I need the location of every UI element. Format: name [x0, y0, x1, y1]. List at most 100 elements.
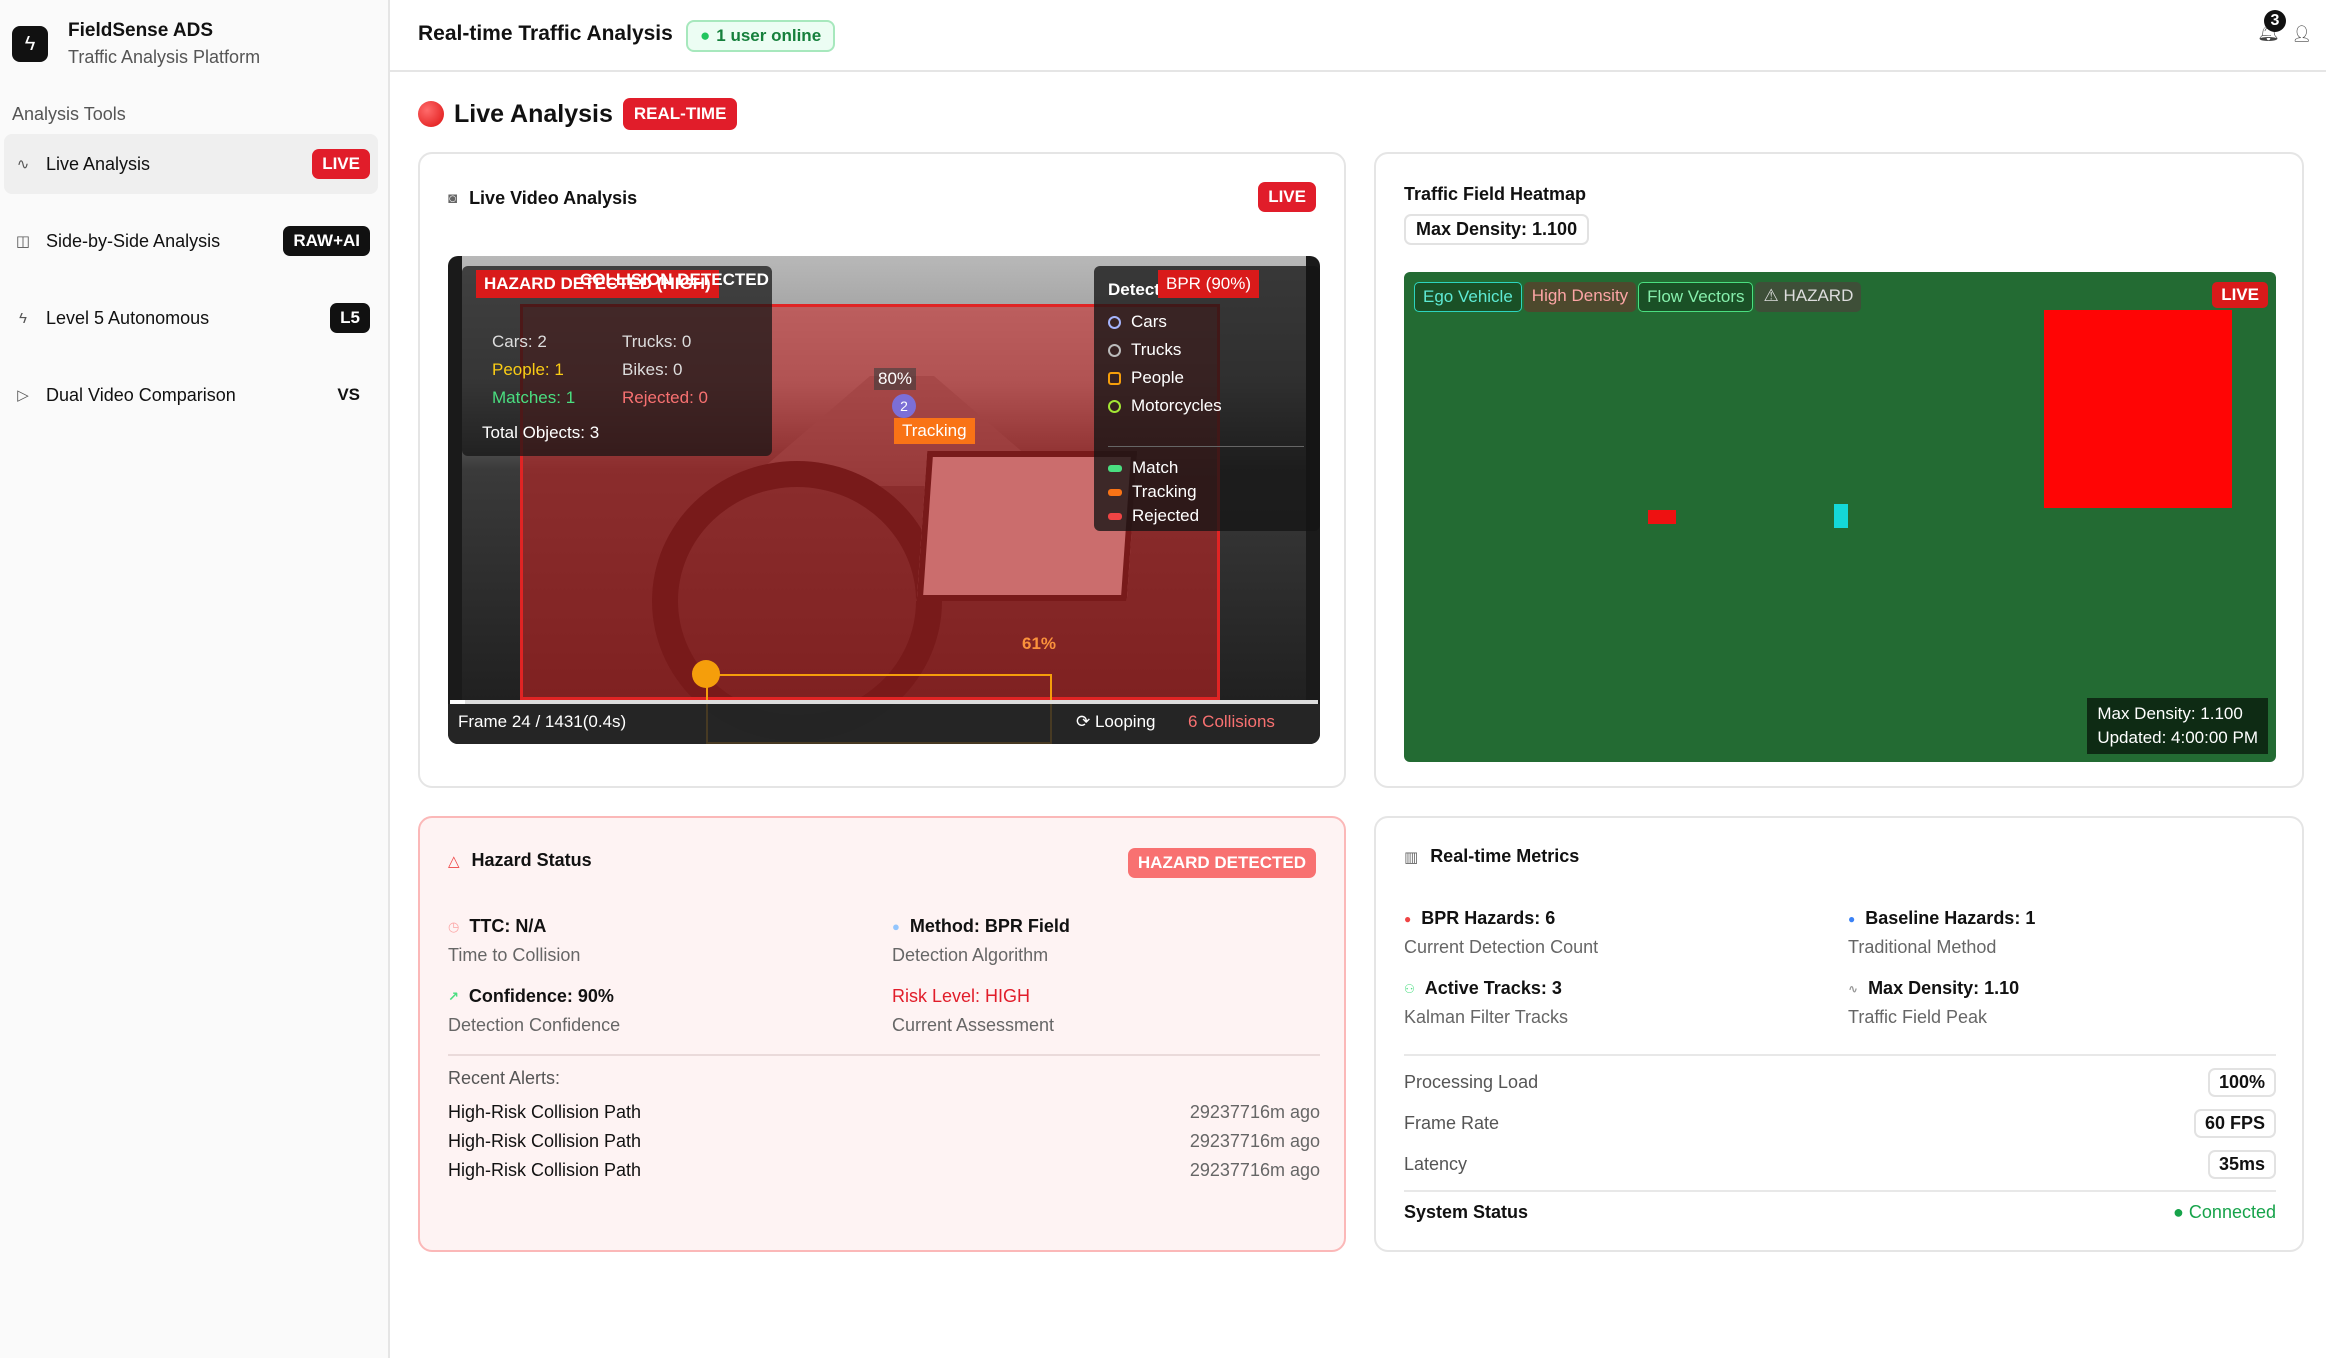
legend-label: People: [1131, 368, 1184, 387]
ego-vehicle-marker: [1834, 504, 1848, 528]
heatmap-card: Traffic Field Heatmap Max Density: 1.100…: [1374, 152, 2304, 788]
heatmap-card-title: Traffic Field Heatmap: [1404, 184, 1587, 204]
person-marker: [692, 660, 720, 688]
bpr-badge: BPR (90%): [1158, 270, 1260, 298]
sidebar-item-label: Live Analysis: [46, 153, 151, 174]
high-density-tag[interactable]: High Density: [1523, 282, 1637, 312]
video-card-title-text: Live Video Analysis: [469, 188, 638, 208]
circle-icon: [1108, 399, 1121, 413]
row-value: 35ms: [2207, 1150, 2276, 1179]
metrics-card-title-text: Real-time Metrics: [1430, 846, 1580, 866]
hazard-tag[interactable]: ⚠ HAZARD: [1755, 282, 1862, 312]
tracks-value: Active Tracks: 3: [1424, 978, 1562, 998]
alert-row[interactable]: High-Risk Collision Path 29237716m ago: [448, 1102, 1320, 1123]
raw-ai-badge: RAW+AI: [283, 226, 370, 256]
bolt-icon: ϟ: [19, 309, 27, 327]
confidence-field: ↗ Confidence: 90% Detection Confidence: [448, 986, 620, 1036]
bolt-logo-icon: ϟ: [12, 26, 48, 62]
sidebar: ϟ FieldSense ADS Traffic Analysis Platfo…: [0, 0, 390, 1358]
trucks-count: Trucks: 0: [622, 332, 692, 351]
online-status-badge: ● 1 user online: [686, 20, 836, 52]
looping-status[interactable]: ⟳ Looping: [1076, 712, 1155, 732]
traffic-heatmap[interactable]: Ego Vehicle High Density Flow Vectors ⚠ …: [1404, 272, 2276, 762]
vs-badge: VS: [337, 385, 360, 404]
legend-people: People: [1108, 368, 1184, 388]
legend-label: Match: [1132, 458, 1179, 477]
baseline-hazards-field: ● Baseline Hazards: 1 Traditional Method: [1848, 908, 2035, 958]
record-dot-icon: [418, 101, 444, 127]
play-icon: ▷: [17, 387, 29, 404]
sidebar-item-side-by-side[interactable]: ◫ Side-by-Side Analysis RAW+AI: [4, 211, 378, 271]
method-field: ● Method: BPR Field Detection Algorithm: [892, 916, 1070, 966]
heatmap-legend: Ego Vehicle High Density Flow Vectors ⚠ …: [1414, 282, 1863, 312]
baseline-desc: Traditional Method: [1848, 937, 1997, 957]
sidebar-item-dual-video[interactable]: ▷ Dual Video Comparison VS: [4, 365, 378, 425]
system-status-text: Connected: [2188, 1202, 2276, 1222]
confidence-desc: Detection Confidence: [448, 1015, 621, 1035]
ttc-desc: Time to Collision: [448, 945, 581, 965]
dot-icon: ●: [892, 919, 900, 934]
legend-label: Trucks: [1131, 340, 1182, 359]
ego-vehicle-tag[interactable]: Ego Vehicle: [1414, 282, 1522, 312]
detection-legend: Detecti Cars Trucks People Motorcycles M…: [1094, 266, 1320, 531]
matches-count: Matches: 1: [492, 388, 576, 407]
metrics-card: ▥ Real-time Metrics ● BPR Hazards: 6 Curr…: [1374, 816, 2304, 1252]
row-label: Latency: [1404, 1154, 1468, 1174]
people-count: People: 1: [492, 360, 564, 379]
red-dot-icon: ●: [1404, 911, 1412, 926]
page-title: Live Analysis REAL-TIME: [418, 98, 738, 130]
sidebar-item-label: Dual Video Comparison: [46, 384, 236, 405]
legend-title: Detecti: [1108, 280, 1165, 299]
tracking-tag: Tracking: [894, 418, 975, 444]
alert-time: 29237716m ago: [1189, 1131, 1320, 1151]
sidebar-item-level5[interactable]: ϟ Level 5 Autonomous L5: [4, 288, 378, 348]
system-status-row: System Status ● Connected: [1404, 1202, 2276, 1223]
live-badge: LIVE: [312, 149, 370, 179]
row-label: Processing Load: [1404, 1072, 1539, 1092]
alert-row[interactable]: High-Risk Collision Path 29237716m ago: [448, 1131, 1320, 1152]
baseline-value: Baseline Hazards: 1: [1865, 908, 2036, 928]
system-status-value: ● Connected: [2173, 1202, 2276, 1223]
row-label: Frame Rate: [1404, 1113, 1500, 1133]
bar-icon: [1108, 464, 1122, 472]
sidebar-item-label: Level 5 Autonomous: [46, 307, 210, 328]
video-card-title: ◙ Live Video Analysis: [448, 188, 637, 209]
brand-title: FieldSense ADS: [68, 20, 214, 41]
legend-rejected: Rejected: [1108, 506, 1199, 526]
hazard-detected-badge: HAZARD DETECTED: [1127, 848, 1316, 878]
alert-row[interactable]: High-Risk Collision Path 29237716m ago: [448, 1160, 1320, 1181]
brand[interactable]: ϟ FieldSense ADS Traffic Analysis Platfo…: [12, 18, 260, 70]
video-player[interactable]: Cars: 2 Trucks: 0 People: 1 Bikes: 0 Mat…: [448, 256, 1320, 744]
row-value: 60 FPS: [2193, 1109, 2276, 1138]
circle-icon: [1108, 315, 1121, 329]
row-value: 100%: [2207, 1068, 2276, 1097]
frame-counter: Frame 24 / 1431(0.4s): [458, 712, 627, 731]
hazard-status-card: △ Hazard Status HAZARD DETECTED ◷ TTC: N/…: [418, 816, 1346, 1252]
brand-subtitle: Traffic Analysis Platform: [68, 47, 261, 67]
risk-desc: Current Assessment: [892, 1015, 1055, 1035]
heatmap-info-density: Max Density: 1.100: [2097, 704, 2243, 723]
latency-row: Latency 35ms: [1404, 1150, 2276, 1179]
frame-rate-row: Frame Rate 60 FPS: [1404, 1109, 2276, 1138]
high-density-zone: [2044, 310, 2232, 508]
bar-chart-icon: ▥: [1404, 848, 1419, 866]
alert-text: High-Risk Collision Path: [448, 1102, 642, 1122]
flow-vectors-tag[interactable]: Flow Vectors: [1638, 282, 1754, 312]
section-label: Analysis Tools: [12, 104, 126, 124]
legend-motorcycles: Motorcycles: [1108, 396, 1222, 416]
legend-cars: Cars: [1108, 312, 1167, 332]
online-text: 1 user online: [716, 26, 822, 45]
user-icon[interactable]: 👤︎: [2292, 24, 2312, 44]
sidebar-item-live-analysis[interactable]: ∿ Live Analysis LIVE: [4, 134, 378, 194]
clock-icon: ◷: [448, 918, 460, 934]
connected-dot-icon: ●: [2173, 1202, 2189, 1222]
trend-up-icon: ↗: [448, 988, 459, 1004]
page-heading: Real-time Traffic Analysis: [418, 22, 673, 45]
hazard-card-title-text: Hazard Status: [471, 850, 592, 870]
metrics-card-title: ▥ Real-time Metrics: [1404, 846, 1579, 867]
hazard-divider: [448, 1054, 1320, 1056]
bar-icon: [1108, 512, 1122, 520]
bikes-count: Bikes: 0: [622, 360, 683, 379]
looping-label: Looping: [1094, 712, 1156, 731]
legend-label: Rejected: [1132, 506, 1200, 525]
